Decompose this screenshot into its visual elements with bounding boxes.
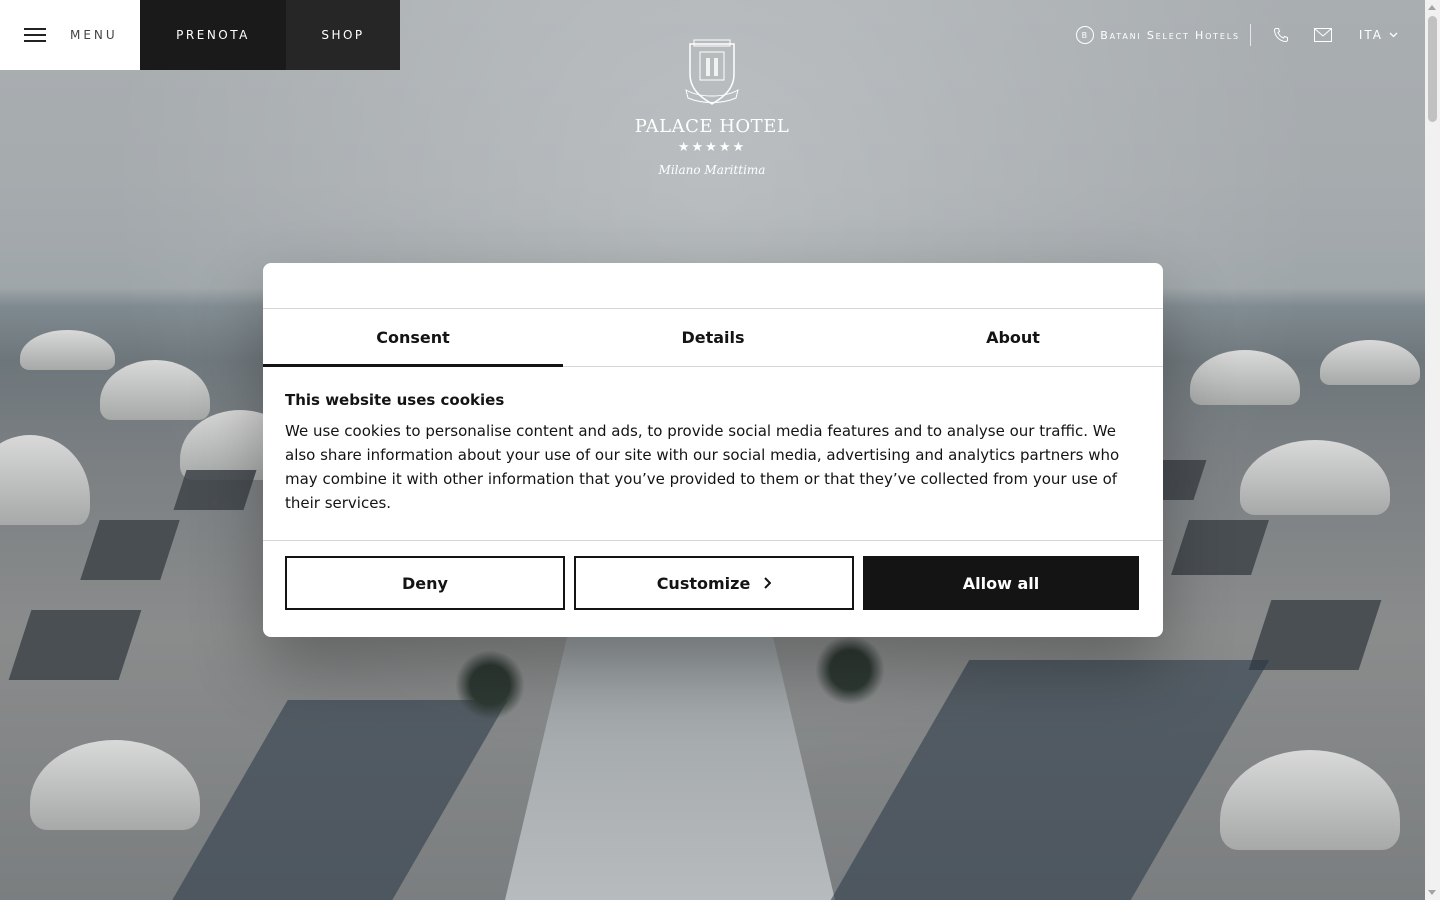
dialog-actions: Deny Customize Allow all — [263, 540, 1163, 625]
dialog-text: We use cookies to personalise content an… — [285, 422, 1120, 512]
customize-label: Customize — [656, 573, 751, 593]
hamburger-icon — [24, 24, 46, 46]
dialog-title: This website uses cookies — [285, 391, 505, 409]
chevron-down-icon — [1389, 32, 1398, 38]
allow-all-button[interactable]: Allow all — [863, 556, 1139, 610]
top-nav-left: MENU PRENOTA SHOP — [0, 0, 400, 70]
palm-plant — [815, 635, 885, 705]
scrollbar-thumb[interactable] — [1428, 16, 1437, 122]
deny-button[interactable]: Deny — [285, 556, 565, 610]
logo-name: PALACE HOTEL — [634, 116, 790, 137]
beach-lounger — [8, 610, 142, 680]
batani-label: Batani Select Hotels — [1100, 28, 1240, 42]
batani-select-hotels-link[interactable]: B Batani Select Hotels — [1076, 26, 1240, 44]
circle-emblem-icon: B — [1076, 26, 1095, 44]
logo-stars: ★★★★★ — [677, 140, 747, 155]
phone-icon[interactable] — [1269, 25, 1293, 45]
dialog-header — [263, 263, 1163, 309]
logo-place: Milano Marittima — [658, 163, 766, 177]
nav-divider — [1249, 24, 1251, 46]
language-label: ITA — [1358, 28, 1383, 42]
prenota-button[interactable]: PRENOTA — [140, 0, 286, 70]
top-nav-right: B Batani Select Hotels ITA — [1076, 24, 1398, 46]
palm-plant — [455, 650, 525, 720]
tab-about[interactable]: About — [863, 309, 1163, 366]
menu-button[interactable]: MENU — [0, 0, 140, 70]
tab-details[interactable]: Details — [563, 309, 863, 366]
mail-icon[interactable] — [1311, 25, 1335, 45]
scroll-down-arrow-icon[interactable] — [1428, 890, 1436, 895]
beach-lounger — [173, 470, 257, 510]
dialog-body: This website uses cookies We use cookies… — [263, 367, 1163, 540]
hotel-logo[interactable]: PALACE HOTEL ★★★★★ Milano Marittima — [612, 36, 812, 177]
customize-button[interactable]: Customize — [574, 556, 854, 610]
scroll-up-arrow-icon[interactable] — [1428, 5, 1436, 10]
chevron-right-icon — [764, 577, 772, 589]
consent-tabs: Consent Details About — [263, 309, 1163, 367]
crest-icon — [685, 39, 739, 105]
shop-button[interactable]: SHOP — [286, 0, 400, 70]
menu-label: MENU — [70, 28, 118, 42]
cookie-consent-dialog: Consent Details About This website uses … — [263, 263, 1163, 637]
tab-consent[interactable]: Consent — [263, 309, 563, 367]
page-scrollbar[interactable] — [1425, 0, 1440, 900]
language-selector[interactable]: ITA — [1359, 28, 1398, 42]
